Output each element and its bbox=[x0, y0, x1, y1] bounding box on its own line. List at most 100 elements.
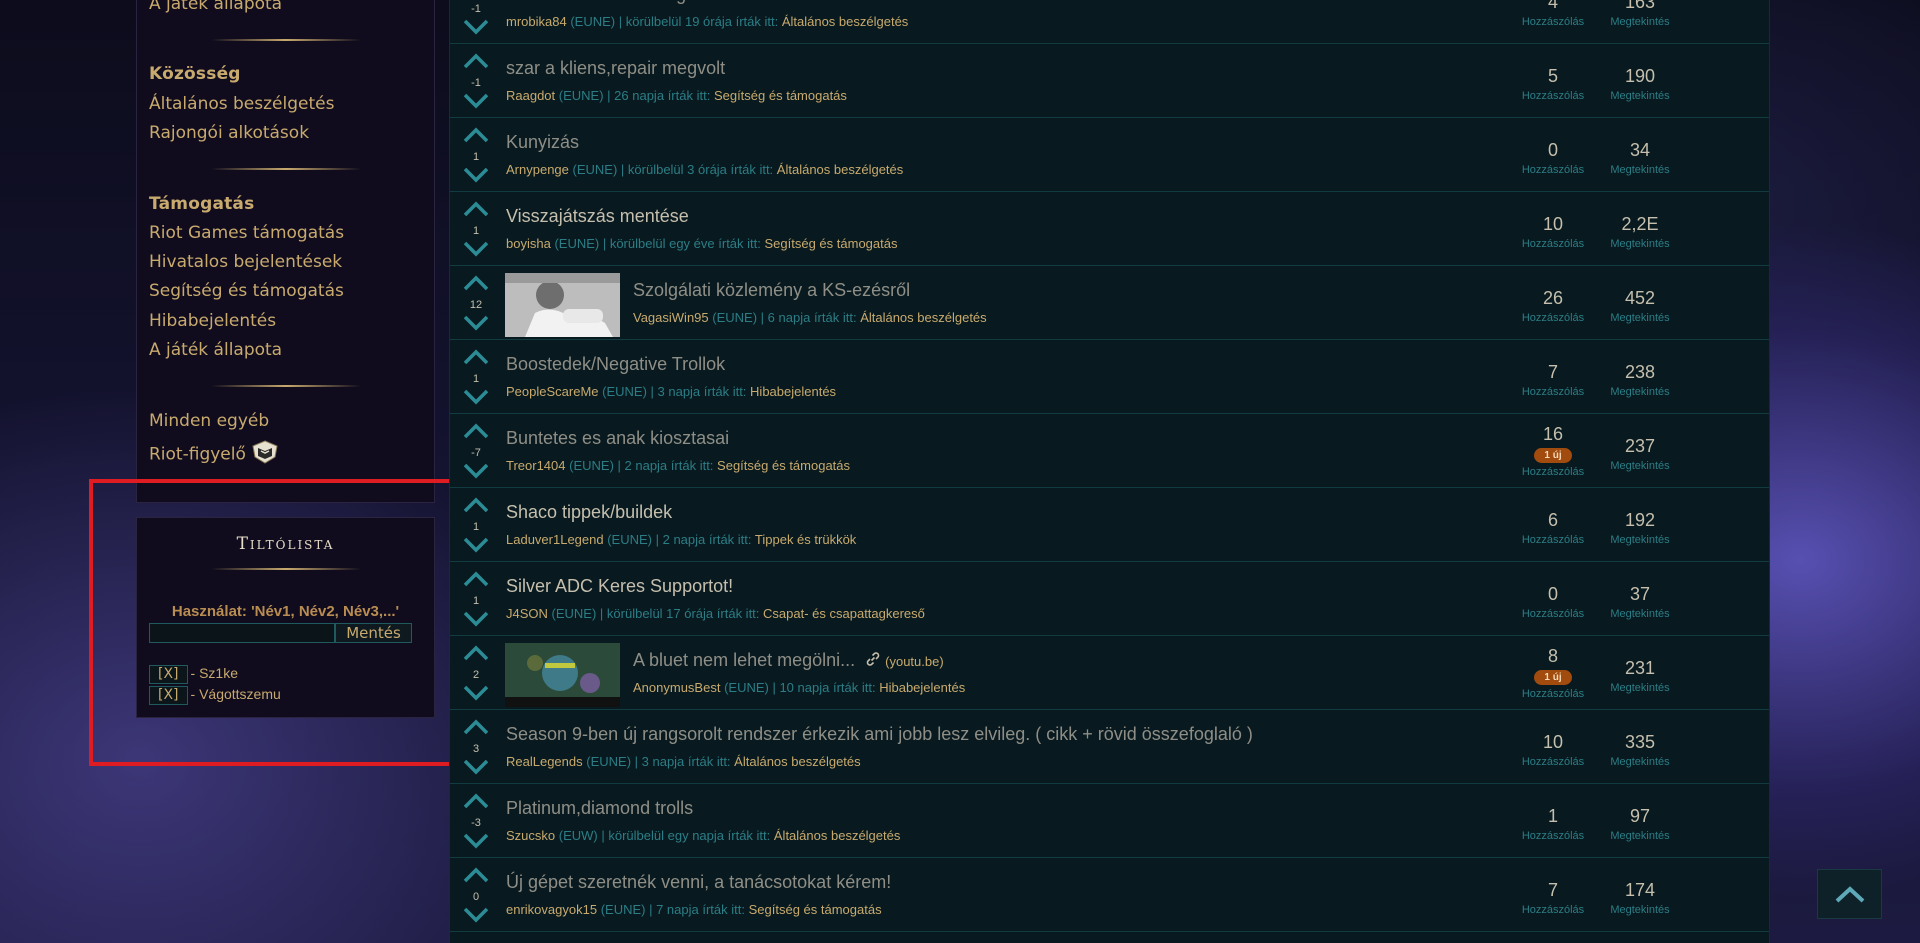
thread-category-link[interactable]: Segítség és támogatás bbox=[749, 902, 882, 917]
thread-title-link[interactable]: Szolgálati közlemény a KS-ezésről bbox=[633, 280, 910, 300]
thread-title-link[interactable]: Örök bann a közösségoknek.... bbox=[506, 0, 754, 4]
downvote-arrow-icon[interactable] bbox=[463, 18, 489, 41]
ignore-list-input[interactable] bbox=[149, 623, 335, 643]
downvote-arrow-icon[interactable] bbox=[463, 536, 489, 559]
thread-title-link[interactable]: Kunyizás bbox=[506, 132, 579, 152]
thread-row[interactable]: 1 Boostedek/Negative Trollok PeopleScareMe… bbox=[450, 340, 1769, 414]
thread-title-link[interactable]: Boostedek/Negative Trollok bbox=[506, 354, 725, 374]
thread-author-link[interactable]: enrikovagyok15 bbox=[506, 902, 597, 917]
nav-link-official-announcements[interactable]: Hivatalos bejelentések bbox=[149, 252, 342, 272]
thread-title-link[interactable]: Buntetes es anak kiosztasai bbox=[506, 428, 729, 448]
nav-link-riot-support[interactable]: Riot Games támogatás bbox=[149, 223, 344, 243]
new-replies-badge[interactable]: 1 új bbox=[1534, 448, 1572, 463]
upvote-arrow-icon[interactable] bbox=[463, 866, 489, 889]
thread-row[interactable]: 1 Silver ADC Keres Supportot! J4SON (EUNE)… bbox=[450, 562, 1769, 636]
thread-author-link[interactable]: Laduver1Legend bbox=[506, 532, 604, 547]
downvote-arrow-icon[interactable] bbox=[463, 758, 489, 781]
thread-row[interactable]: 1 Shaco tippek/buildek Laduver1Legend (EUN… bbox=[450, 488, 1769, 562]
upvote-arrow-icon[interactable] bbox=[463, 274, 489, 297]
thread-title-link[interactable]: Season 9-ben új rangsorolt rendszer érke… bbox=[506, 724, 1253, 744]
thread-author-link[interactable]: Szucsko bbox=[506, 828, 555, 843]
downvote-arrow-icon[interactable] bbox=[463, 832, 489, 855]
thread-author-region: (EUNE) bbox=[554, 236, 600, 251]
new-replies-badge[interactable]: 1 új bbox=[1534, 670, 1572, 685]
thread-row[interactable]: -3 Platinum,diamond trolls Szucsko (EUW) |… bbox=[450, 784, 1769, 858]
thread-row[interactable]: 2A bluet nem lehet megölni... (youtu.be) A… bbox=[450, 636, 1769, 710]
thread-category-link[interactable]: Tippek és trükkök bbox=[755, 532, 856, 547]
downvote-arrow-icon[interactable] bbox=[463, 684, 489, 707]
thread-category-link[interactable]: Csapat- és csapattagkereső bbox=[763, 606, 925, 621]
thread-row[interactable]: 12 Szolgálati közlemény a KS-ezésről Vagas… bbox=[450, 266, 1769, 340]
thread-category-link[interactable]: Segítség és támogatás bbox=[717, 458, 850, 473]
thread-category-link[interactable]: Általános beszélgetés bbox=[782, 14, 908, 29]
thread-category-link[interactable]: Segítség és támogatás bbox=[714, 88, 847, 103]
nav-link-riot-watch[interactable]: Riot-figyelő bbox=[149, 439, 280, 470]
thread-author-link[interactable]: VagasiWin95 bbox=[633, 310, 709, 325]
downvote-arrow-icon[interactable] bbox=[463, 462, 489, 485]
thread-thumbnail[interactable] bbox=[505, 273, 620, 337]
thread-title-link[interactable]: Platinum,diamond trolls bbox=[506, 798, 693, 818]
nav-link-game-status[interactable]: A játék állapota bbox=[149, 340, 282, 360]
upvote-arrow-icon[interactable] bbox=[463, 200, 489, 223]
thread-category-link[interactable]: Segítség és támogatás bbox=[765, 236, 898, 251]
nav-link-bug-report[interactable]: Hibabejelentés bbox=[149, 311, 276, 331]
upvote-arrow-icon[interactable] bbox=[463, 422, 489, 445]
thread-title-link[interactable]: Új gépet szeretnék venni, a tanácsotokat… bbox=[506, 872, 891, 892]
downvote-arrow-icon[interactable] bbox=[463, 240, 489, 263]
upvote-arrow-icon[interactable] bbox=[463, 126, 489, 149]
nav-link-everything-else[interactable]: Minden egyéb bbox=[149, 411, 269, 431]
thread-author-link[interactable]: PeopleScareMe bbox=[506, 384, 599, 399]
thread-thumbnail[interactable] bbox=[505, 643, 620, 707]
thread-author-link[interactable]: RealLegends bbox=[506, 754, 583, 769]
downvote-arrow-icon[interactable] bbox=[463, 906, 489, 929]
remove-ignored-user-button[interactable]: [X] bbox=[149, 686, 188, 705]
thread-title-link[interactable]: Silver ADC Keres Supportot! bbox=[506, 576, 733, 596]
thread-row[interactable]: 3 Season 9-ben új rangsorolt rendszer érk… bbox=[450, 710, 1769, 784]
upvote-arrow-icon[interactable] bbox=[463, 644, 489, 667]
downvote-arrow-icon[interactable] bbox=[463, 92, 489, 115]
downvote-arrow-icon[interactable] bbox=[463, 166, 489, 189]
thread-author-link[interactable]: Arnypenge bbox=[506, 162, 569, 177]
nav-link-help-and-support[interactable]: Segítség és támogatás bbox=[149, 281, 344, 301]
thread-row[interactable]: -1 Örök bann a közösségoknek.... mrobika84… bbox=[450, 0, 1769, 44]
back-to-top-button[interactable] bbox=[1817, 869, 1882, 919]
thread-category-link[interactable]: Általános beszélgetés bbox=[777, 162, 903, 177]
thread-author-link[interactable]: mrobika84 bbox=[506, 14, 567, 29]
upvote-arrow-icon[interactable] bbox=[463, 570, 489, 593]
thread-author-link[interactable]: J4SON bbox=[506, 606, 548, 621]
thread-category-link[interactable]: Általános beszélgetés bbox=[860, 310, 986, 325]
downvote-arrow-icon[interactable] bbox=[463, 314, 489, 337]
nav-link-game-status-top[interactable]: A játék állapota bbox=[149, 0, 282, 14]
thread-row[interactable]: 1 Visszajátszás mentése boyisha (EUNE) | k… bbox=[450, 192, 1769, 266]
remove-ignored-user-button[interactable]: [X] bbox=[149, 665, 188, 684]
ignore-list-save-button[interactable]: Mentés bbox=[335, 623, 412, 643]
thread-author-link[interactable]: boyisha bbox=[506, 236, 551, 251]
thread-author-link[interactable]: Treor1404 bbox=[506, 458, 566, 473]
thread-row[interactable]: 1 Kunyizás Arnypenge (EUNE) | körülbelül 3… bbox=[450, 118, 1769, 192]
downvote-arrow-icon[interactable] bbox=[463, 388, 489, 411]
upvote-arrow-icon[interactable] bbox=[463, 0, 489, 1]
thread-category-link[interactable]: Hibabejelentés bbox=[750, 384, 836, 399]
downvote-arrow-icon[interactable] bbox=[463, 610, 489, 633]
thread-title-link[interactable]: Visszajátszás mentése bbox=[506, 206, 689, 226]
thread-row[interactable]: 0 Új gépet szeretnék venni, a tanácsotoka… bbox=[450, 858, 1769, 932]
upvote-arrow-icon[interactable] bbox=[463, 496, 489, 519]
thread-row[interactable]: -1 szar a kliens,repair megvolt Raagdot (E… bbox=[450, 44, 1769, 118]
thread-title-link[interactable]: A bluet nem lehet megölni... bbox=[633, 650, 855, 670]
upvote-arrow-icon[interactable] bbox=[463, 52, 489, 75]
nav-link-general-discussion[interactable]: Általános beszélgetés bbox=[149, 94, 334, 114]
nav-heading-community: Közösség bbox=[149, 64, 241, 84]
thread-title-link[interactable]: Shaco tippek/buildek bbox=[506, 502, 672, 522]
thread-row[interactable]: -7 Buntetes es anak kiosztasai Treor1404 (… bbox=[450, 414, 1769, 488]
upvote-arrow-icon[interactable] bbox=[463, 792, 489, 815]
nav-link-fan-art[interactable]: Rajongói alkotások bbox=[149, 123, 309, 143]
thread-author-region: (EUNE) bbox=[586, 754, 632, 769]
thread-category-link[interactable]: Hibabejelentés bbox=[879, 680, 965, 695]
thread-author-link[interactable]: Raagdot bbox=[506, 88, 555, 103]
upvote-arrow-icon[interactable] bbox=[463, 718, 489, 741]
thread-title-link[interactable]: szar a kliens,repair megvolt bbox=[506, 58, 725, 78]
upvote-arrow-icon[interactable] bbox=[463, 348, 489, 371]
thread-author-link[interactable]: AnonymusBest bbox=[633, 680, 720, 695]
thread-category-link[interactable]: Általános beszélgetés bbox=[734, 754, 860, 769]
thread-category-link[interactable]: Általános beszélgetés bbox=[774, 828, 900, 843]
